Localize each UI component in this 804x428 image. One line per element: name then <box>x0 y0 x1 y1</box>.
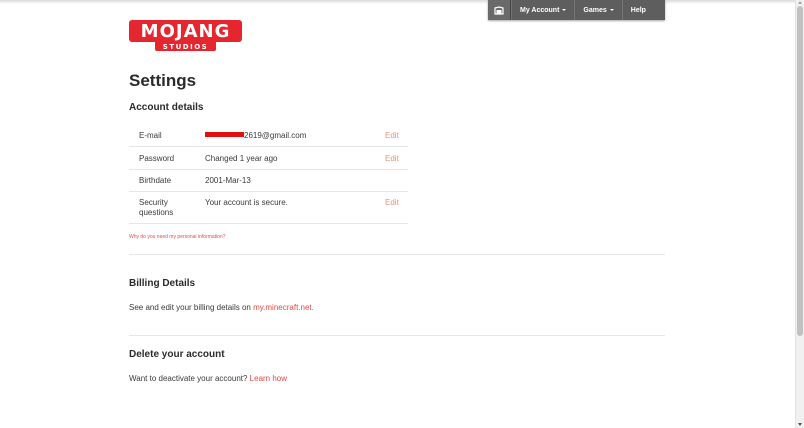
scroll-down-icon[interactable] <box>798 423 802 426</box>
birthdate-label: Birthdate <box>139 176 172 185</box>
email-label: E-mail <box>139 131 162 140</box>
table-row: Password Changed 1 year ago Edit <box>129 147 408 170</box>
birthdate-value: 2001-Mar-13 <box>205 176 251 185</box>
vertical-scrollbar[interactable] <box>795 0 804 428</box>
security-label-line2: questions <box>139 208 174 217</box>
nav-help[interactable]: Help <box>621 0 654 20</box>
table-row: Birthdate 2001-Mar-13 <box>129 170 408 192</box>
nav-my-account[interactable]: My Account <box>511 0 574 20</box>
learn-how-link[interactable]: Learn how <box>250 374 287 383</box>
edit-email-link[interactable]: Edit <box>385 131 399 140</box>
nav-games-label: Games <box>583 6 607 14</box>
divider <box>129 335 665 336</box>
security-label-line1: Security <box>139 198 168 207</box>
security-value: Your account is secure. <box>205 198 288 207</box>
nav-games[interactable]: Games <box>574 0 621 20</box>
divider <box>129 254 665 255</box>
account-details-table: E-mail 2619@gmail.com Edit Password Chan… <box>129 124 408 224</box>
delete-text-span: Want to deactivate your account? <box>129 374 250 383</box>
delete-text: Want to deactivate your account? Learn h… <box>129 374 287 383</box>
nav-my-account-label: My Account <box>520 6 560 14</box>
logo-text: MOJANG <box>141 21 231 42</box>
edit-security-link[interactable]: Edit <box>385 198 399 207</box>
chevron-down-icon <box>562 9 567 11</box>
email-value: 2619@gmail.com <box>205 131 306 140</box>
house-icon <box>494 5 504 15</box>
account-details-heading: Account details <box>129 102 204 113</box>
billing-heading: Billing Details <box>129 278 196 289</box>
delete-account-heading: Delete your account <box>129 349 225 360</box>
scroll-up-icon[interactable] <box>798 1 802 4</box>
scroll-thumb[interactable] <box>797 6 803 336</box>
page-title: Settings <box>129 71 197 90</box>
mojang-studios-logo[interactable]: MOJANG STUDIOS <box>129 20 242 52</box>
password-value: Changed 1 year ago <box>205 154 278 163</box>
security-questions-label: Security questions <box>139 198 173 218</box>
top-nav: My Account Games Help <box>488 0 665 20</box>
logo-subtext: STUDIOS <box>163 43 208 51</box>
email-text: 2619@gmail.com <box>244 131 307 140</box>
chevron-down-icon <box>609 9 614 11</box>
edit-password-link[interactable]: Edit <box>385 154 399 163</box>
billing-link[interactable]: my.minecraft.net. <box>253 303 314 312</box>
top-shadow <box>0 0 795 4</box>
table-row: E-mail 2619@gmail.com Edit <box>129 124 408 147</box>
nav-help-label: Help <box>630 6 646 14</box>
billing-text-span: See and edit your billing details on <box>129 303 254 312</box>
redaction-bar <box>205 132 244 137</box>
password-label: Password <box>139 154 175 163</box>
nav-home-button[interactable] <box>488 0 511 20</box>
billing-text: See and edit your billing details on my.… <box>129 303 314 312</box>
why-personal-info-link[interactable]: Why do you need my personal information? <box>129 234 225 240</box>
table-row: Security questions Your account is secure… <box>129 192 408 224</box>
